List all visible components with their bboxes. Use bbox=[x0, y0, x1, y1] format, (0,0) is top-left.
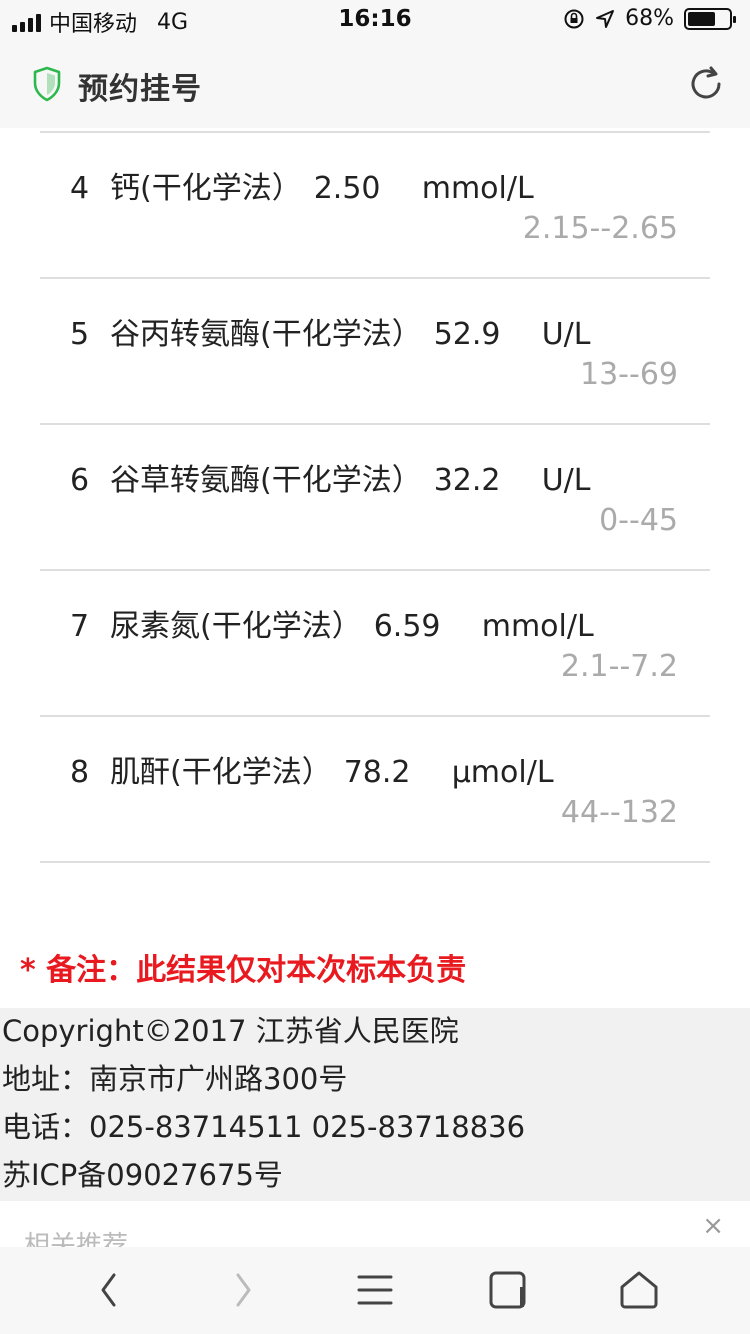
home-icon[interactable] bbox=[614, 1267, 664, 1313]
result-index: 4 bbox=[70, 171, 90, 206]
back-icon[interactable] bbox=[84, 1267, 134, 1313]
recommend-label: 相关推荐 bbox=[24, 1231, 129, 1247]
result-main: 6 谷草转氨酶(干化学法） 32.2 U/L bbox=[70, 455, 591, 499]
result-unit: U/L bbox=[541, 317, 591, 352]
battery-fill bbox=[688, 11, 715, 26]
result-value: 32.2 bbox=[433, 463, 501, 498]
result-reference-range: 44--132 bbox=[560, 795, 678, 830]
result-value: 2.50 bbox=[313, 171, 381, 206]
result-unit: U/L bbox=[541, 463, 591, 498]
result-row: 6 谷草转氨酶(干化学法） 32.2 U/L 0--45 bbox=[40, 423, 710, 569]
result-index: 5 bbox=[70, 317, 90, 352]
result-index: 6 bbox=[70, 463, 90, 498]
result-main: 8 肌酐(干化学法） 78.2 μmol/L bbox=[70, 747, 554, 791]
recommend-bar: 相关推荐 × bbox=[0, 1201, 750, 1247]
result-reference-range: 0--45 bbox=[599, 503, 678, 538]
forward-icon[interactable] bbox=[218, 1267, 268, 1313]
site-footer: Copyright©2017 江苏省人民医院 地址：南京市广州路300号 电话：… bbox=[0, 1008, 750, 1201]
result-value: 52.9 bbox=[433, 317, 501, 352]
result-index: 7 bbox=[70, 609, 90, 644]
refresh-icon[interactable] bbox=[686, 64, 726, 104]
menu-icon[interactable] bbox=[350, 1267, 400, 1313]
result-main: 7 尿素氮(干化学法） 6.59 mmol/L bbox=[70, 601, 594, 645]
result-name: 谷丙转氨酶(干化学法） bbox=[110, 317, 422, 352]
result-name: 谷草转氨酶(干化学法） bbox=[110, 463, 422, 498]
result-reference-range: 13--69 bbox=[580, 357, 678, 392]
status-bar: 中国移动 4G 16:16 68% bbox=[0, 0, 750, 42]
result-unit: mmol/L bbox=[481, 609, 594, 644]
result-unit: mmol/L bbox=[421, 171, 534, 206]
result-name: 尿素氮(干化学法） bbox=[110, 609, 362, 644]
disclaimer-note: * 备注：此结果仅对本次标本负责 bbox=[20, 953, 467, 988]
result-row: 5 谷丙转氨酶(干化学法） 52.9 U/L 13--69 bbox=[40, 277, 710, 423]
result-name: 肌酐(干化学法） bbox=[110, 755, 332, 790]
result-list: 4 钙(干化学法） 2.50 mmol/L 2.15--2.65 5 谷丙转氨酶(干化学… bbox=[40, 131, 710, 863]
result-main: 4 钙(干化学法） 2.50 mmol/L bbox=[70, 163, 534, 207]
footer-icp[interactable]: 苏ICP备09027675号 bbox=[0, 1152, 750, 1200]
result-main: 5 谷丙转氨酶(干化学法） 52.9 U/L bbox=[70, 309, 591, 353]
result-value: 78.2 bbox=[343, 755, 411, 790]
list-divider bbox=[40, 861, 710, 863]
result-reference-range: 2.1--7.2 bbox=[560, 649, 678, 684]
result-reference-range: 2.15--2.65 bbox=[522, 211, 678, 246]
browser-toolbar bbox=[0, 1247, 750, 1334]
location-arrow-icon bbox=[596, 9, 615, 28]
footer-copyright: Copyright©2017 江苏省人民医院 bbox=[2, 1014, 459, 1048]
result-row: 4 钙(干化学法） 2.50 mmol/L 2.15--2.65 bbox=[40, 131, 710, 277]
result-row: 7 尿素氮(干化学法） 6.59 mmol/L 2.1--7.2 bbox=[40, 569, 710, 715]
orientation-lock-icon bbox=[564, 9, 584, 28]
tabs-icon[interactable] bbox=[484, 1267, 534, 1313]
close-icon[interactable]: × bbox=[702, 1213, 724, 1239]
footer-address: 地址：南京市广州路300号 bbox=[2, 1062, 348, 1096]
battery-icon bbox=[684, 7, 736, 30]
result-name: 钙(干化学法） bbox=[110, 171, 302, 206]
footer-phone[interactable]: 电话：025-83714511 025-83718836 bbox=[0, 1104, 750, 1152]
result-index: 8 bbox=[70, 755, 90, 790]
result-row: 8 肌酐(干化学法） 78.2 μmol/L 44--132 bbox=[40, 715, 710, 861]
result-unit: μmol/L bbox=[451, 755, 554, 790]
shield-icon bbox=[33, 66, 61, 102]
page-title: 预约挂号 bbox=[78, 72, 202, 107]
page-header: 预约挂号 bbox=[0, 42, 750, 128]
status-right: 68% bbox=[563, 6, 736, 31]
battery-percent: 68% bbox=[625, 6, 674, 31]
result-value: 6.59 bbox=[373, 609, 441, 644]
